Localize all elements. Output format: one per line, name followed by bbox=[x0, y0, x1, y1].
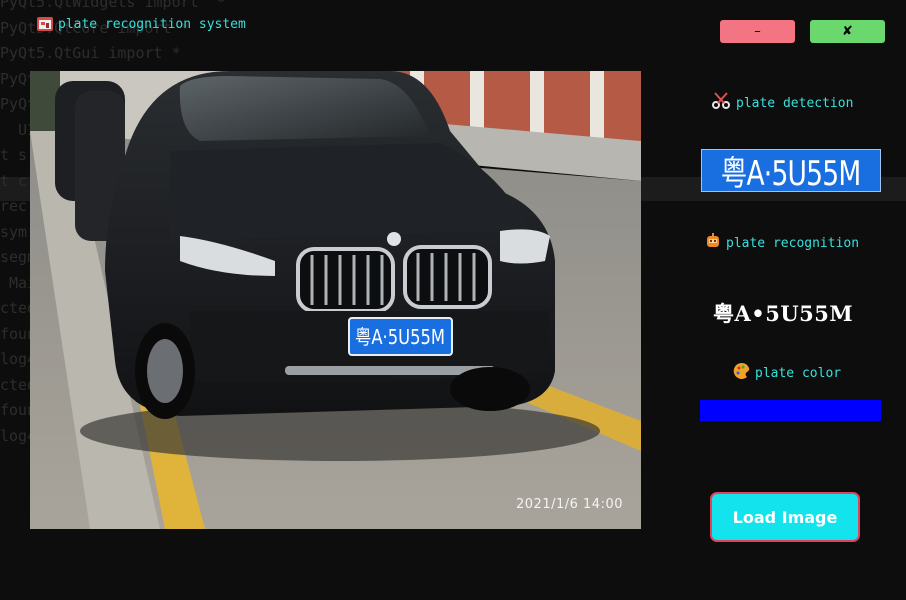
image-timestamp: 2021/1/6 14:00 bbox=[516, 497, 623, 512]
detected-plate-crop-text: 粤A·5U55M bbox=[721, 154, 862, 192]
terminal-line: PyQt5.QtGui import * bbox=[0, 44, 181, 62]
window-title: plate recognition system bbox=[58, 16, 246, 32]
plate-recognition-label: plate recognition bbox=[704, 232, 859, 254]
car-plate-text: 粤A·5U55M bbox=[355, 325, 445, 349]
window-title-bar: plate recognition system bbox=[36, 15, 246, 33]
car-image-display: 粤A·5U55M 2021/1/6 14:00 bbox=[30, 71, 641, 529]
plate-color-text: plate color bbox=[755, 365, 842, 381]
terminal-line: PyQt5.QtWidgets import * bbox=[0, 0, 226, 11]
scissors-icon bbox=[712, 92, 732, 114]
plate-color-label: plate color bbox=[733, 362, 841, 384]
plate-detection-text: plate detection bbox=[736, 95, 854, 111]
close-button[interactable]: ✘ bbox=[810, 20, 885, 43]
detected-plate-crop: 粤A·5U55M bbox=[701, 149, 881, 192]
robot-icon bbox=[704, 232, 722, 254]
load-image-button[interactable]: Load Image bbox=[710, 492, 860, 542]
plate-color-swatch bbox=[700, 400, 881, 421]
plate-recognition-text: plate recognition bbox=[726, 235, 860, 251]
app-window-icon bbox=[36, 15, 54, 33]
palette-icon bbox=[733, 362, 751, 384]
recognized-plate-number: 粤A•5U55M bbox=[713, 301, 854, 326]
plate-detection-label: plate detection bbox=[712, 92, 853, 114]
minimize-button[interactable]: – bbox=[720, 20, 795, 43]
